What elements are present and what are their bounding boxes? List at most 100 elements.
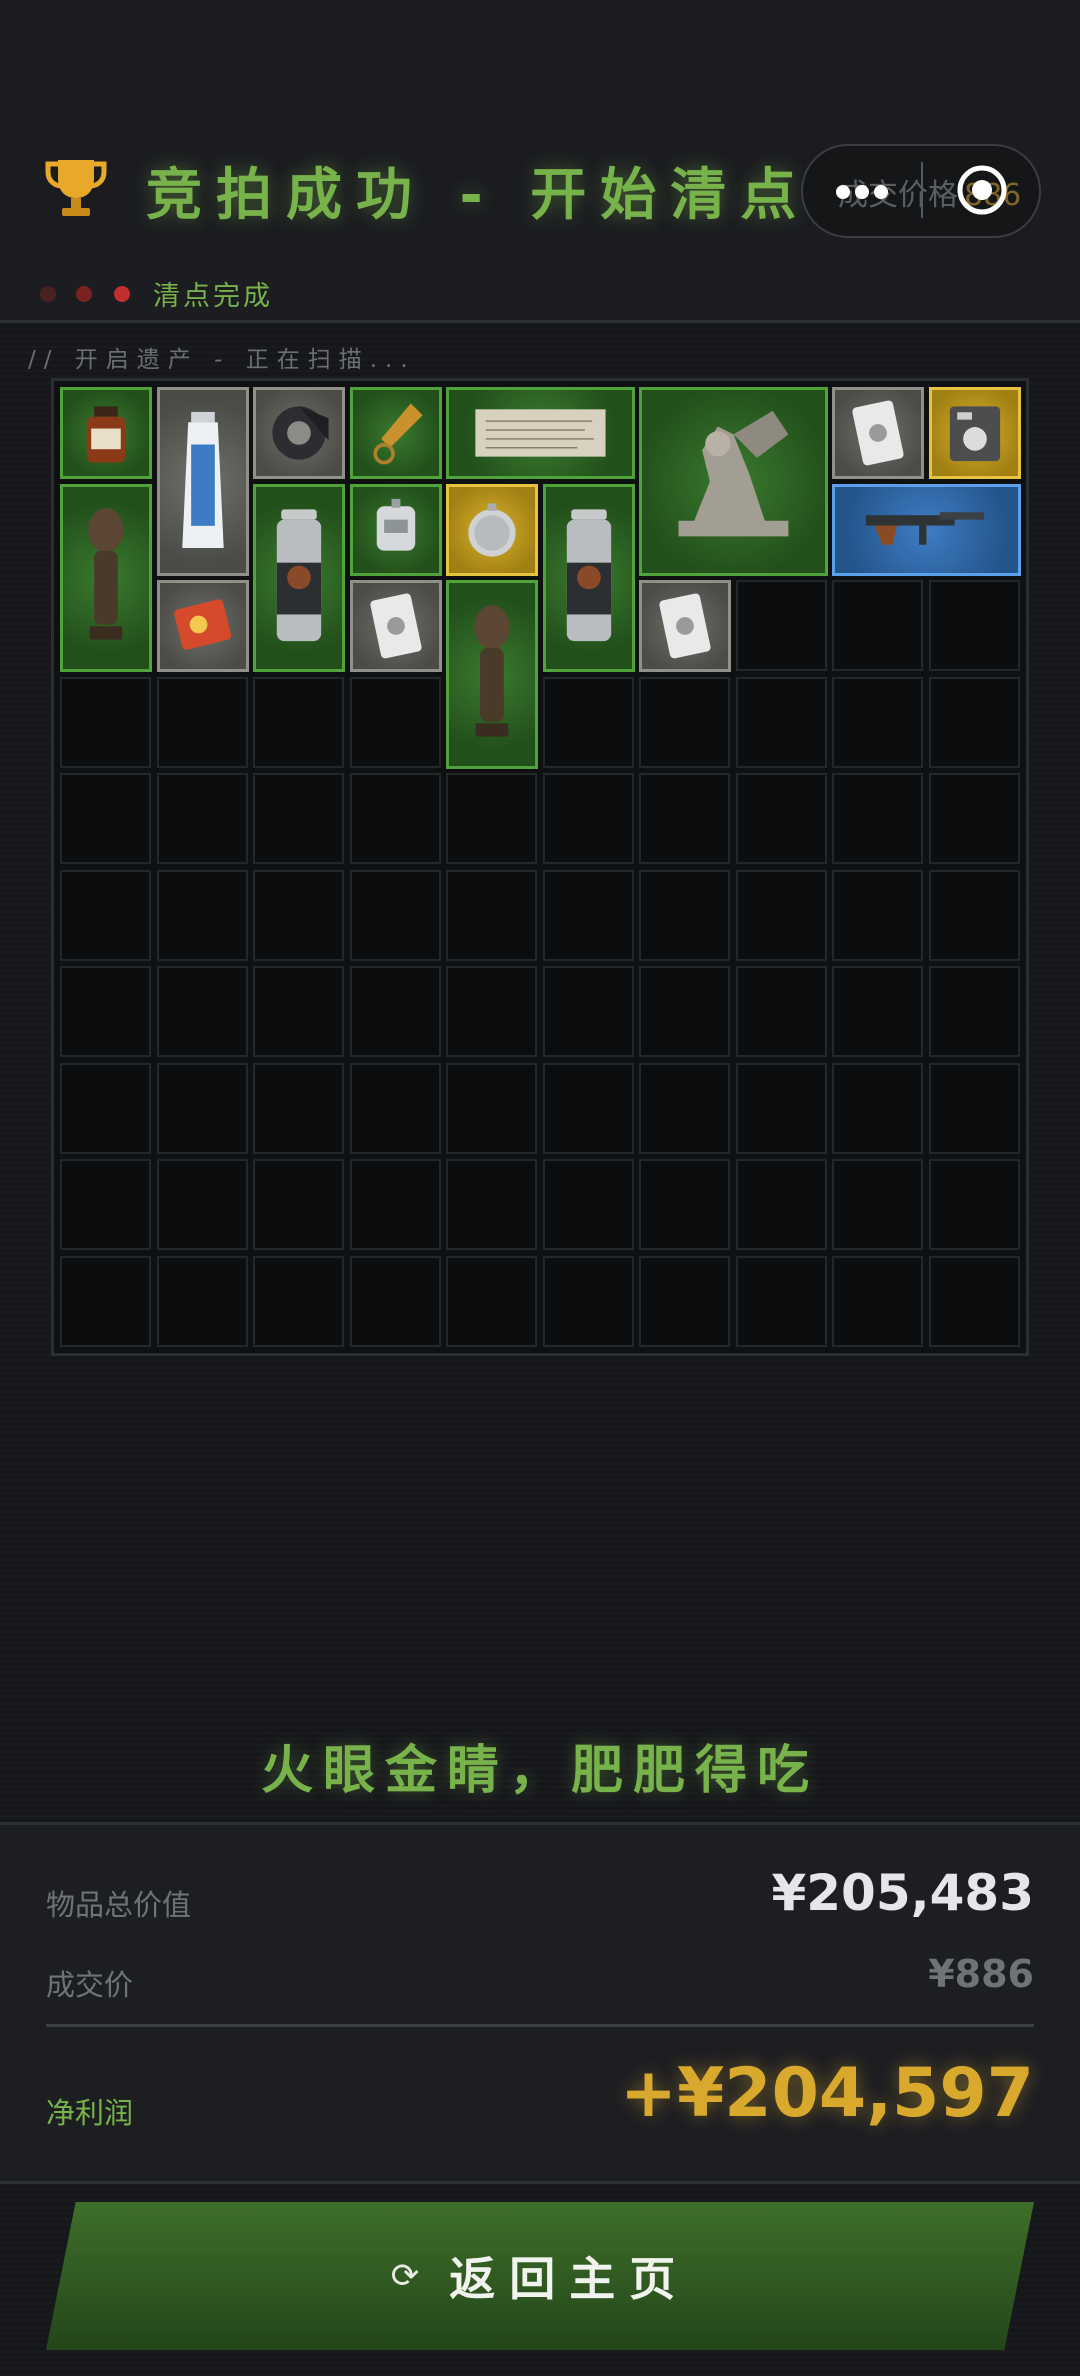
return-home-button[interactable]: ⟳ 返回主页 bbox=[46, 2202, 1034, 2350]
grid-cell bbox=[156, 1062, 248, 1154]
inventory-grid bbox=[51, 378, 1029, 1356]
radio-icon bbox=[949, 406, 1000, 462]
grid-cell bbox=[928, 1062, 1020, 1154]
grid-cell bbox=[349, 1255, 441, 1347]
status-dot-3 bbox=[114, 286, 130, 302]
inventory-item-playing-card[interactable] bbox=[832, 387, 924, 479]
grid-cell bbox=[156, 966, 248, 1057]
grid-cell bbox=[928, 773, 1020, 864]
grid-cell bbox=[832, 869, 923, 961]
grid-cell bbox=[446, 869, 537, 961]
grid-cell bbox=[60, 676, 151, 768]
refresh-icon: ⟳ bbox=[390, 2256, 420, 2296]
deal-price-label: 成交价 bbox=[46, 1968, 134, 2002]
grid-cell bbox=[639, 1062, 730, 1154]
grid-cell bbox=[832, 676, 923, 768]
grid-cell bbox=[639, 676, 730, 768]
grid-cell bbox=[60, 966, 151, 1057]
status-dot-2 bbox=[76, 286, 92, 302]
grid-cell bbox=[928, 966, 1020, 1057]
capsule-divider bbox=[921, 162, 923, 218]
grid-cell bbox=[349, 1159, 441, 1250]
inventory-item-energy-drink[interactable] bbox=[253, 483, 345, 672]
status-text: 清点完成 bbox=[153, 281, 273, 312]
grid-cell bbox=[446, 966, 537, 1057]
total-value-label: 物品总价值 bbox=[46, 1888, 192, 1922]
sphinx-icon bbox=[678, 410, 789, 537]
inventory-item-radio-device[interactable] bbox=[928, 387, 1021, 479]
can-icon bbox=[566, 509, 611, 642]
card-icon bbox=[659, 593, 711, 659]
rifle-icon bbox=[865, 511, 984, 545]
grid-cell bbox=[253, 966, 344, 1057]
grid-cell bbox=[156, 1159, 248, 1250]
grid-cell bbox=[735, 966, 827, 1057]
net-profit-value: +¥204,597 bbox=[619, 2054, 1034, 2133]
bullet-icon bbox=[372, 403, 423, 465]
grid-cell bbox=[735, 580, 827, 671]
grid-cell bbox=[735, 869, 827, 961]
grid-cell bbox=[639, 1159, 730, 1250]
card-icon bbox=[369, 593, 422, 659]
slogan-text: 火眼金睛，肥肥得吃 bbox=[260, 1741, 819, 1801]
statue-icon bbox=[88, 508, 124, 640]
status-dot-1 bbox=[40, 286, 56, 302]
deal-price-value: ¥886 bbox=[928, 1952, 1034, 1996]
grid-cell bbox=[446, 1159, 537, 1250]
grid-cell bbox=[735, 1255, 827, 1347]
grid-cell bbox=[832, 773, 923, 864]
grid-cell bbox=[542, 676, 634, 768]
tape-icon bbox=[272, 406, 329, 460]
grid-cell bbox=[253, 1255, 344, 1347]
grid-cell bbox=[639, 966, 730, 1057]
grid-cell bbox=[735, 1159, 827, 1250]
close-target-icon[interactable] bbox=[956, 164, 1008, 216]
inventory-item-iv-bag[interactable] bbox=[349, 483, 442, 576]
total-value: ¥205,483 bbox=[771, 1864, 1034, 1922]
grid-cell bbox=[349, 966, 441, 1057]
inventory-item-tribal-statue[interactable] bbox=[446, 580, 538, 769]
grid-cell bbox=[60, 1062, 151, 1154]
inventory-item-old-document[interactable] bbox=[446, 387, 635, 479]
grid-cell bbox=[832, 1159, 923, 1250]
grid-cell bbox=[542, 773, 634, 864]
bottle-icon bbox=[86, 406, 126, 463]
can-icon bbox=[276, 509, 322, 642]
grid-cell bbox=[928, 869, 1020, 961]
inventory-item-assault-rifle[interactable] bbox=[832, 483, 1021, 576]
more-menu-icon[interactable] bbox=[836, 182, 888, 202]
card-icon bbox=[852, 400, 904, 466]
inventory-item-duct-tape[interactable] bbox=[253, 387, 345, 479]
grid-cell bbox=[639, 1255, 730, 1347]
page-title: 竞拍成功 - 开始清点 bbox=[146, 163, 811, 228]
grid-cell bbox=[542, 1159, 634, 1250]
inventory-item-bullet-keychain[interactable] bbox=[349, 387, 442, 479]
grid-cell bbox=[156, 869, 248, 961]
inventory-item-portrait-card[interactable] bbox=[639, 580, 731, 672]
grid-cell bbox=[832, 580, 923, 671]
inventory-item-toothpaste-tube[interactable] bbox=[156, 387, 249, 576]
inventory-item-sphinx-statue[interactable] bbox=[639, 387, 828, 576]
grid-cell bbox=[832, 1255, 923, 1347]
ivbag-icon bbox=[376, 498, 415, 551]
grid-cell bbox=[60, 773, 151, 864]
inventory-item-energy-drink[interactable] bbox=[542, 483, 635, 672]
tube-icon bbox=[181, 411, 224, 548]
trophy-icon bbox=[45, 160, 107, 216]
inventory-item-snack-pack[interactable] bbox=[156, 580, 249, 672]
grid-cell bbox=[446, 773, 537, 864]
inventory-item-pocket-watch[interactable] bbox=[446, 483, 538, 576]
inventory-item-portrait-card[interactable] bbox=[349, 580, 442, 672]
grid-cell bbox=[253, 1159, 344, 1250]
grid-cell bbox=[446, 1255, 537, 1347]
grid-cell bbox=[542, 869, 634, 961]
inventory-item-medicine-bottle[interactable] bbox=[60, 387, 152, 479]
grid-cell bbox=[735, 676, 827, 768]
grid-cell bbox=[253, 676, 344, 768]
grid-cell bbox=[253, 869, 344, 961]
inventory-item-tribal-statue[interactable] bbox=[60, 483, 152, 672]
statue-icon bbox=[474, 604, 510, 737]
grid-cell bbox=[735, 1062, 827, 1154]
grid-cell bbox=[639, 869, 730, 961]
grid-cell bbox=[735, 773, 827, 864]
